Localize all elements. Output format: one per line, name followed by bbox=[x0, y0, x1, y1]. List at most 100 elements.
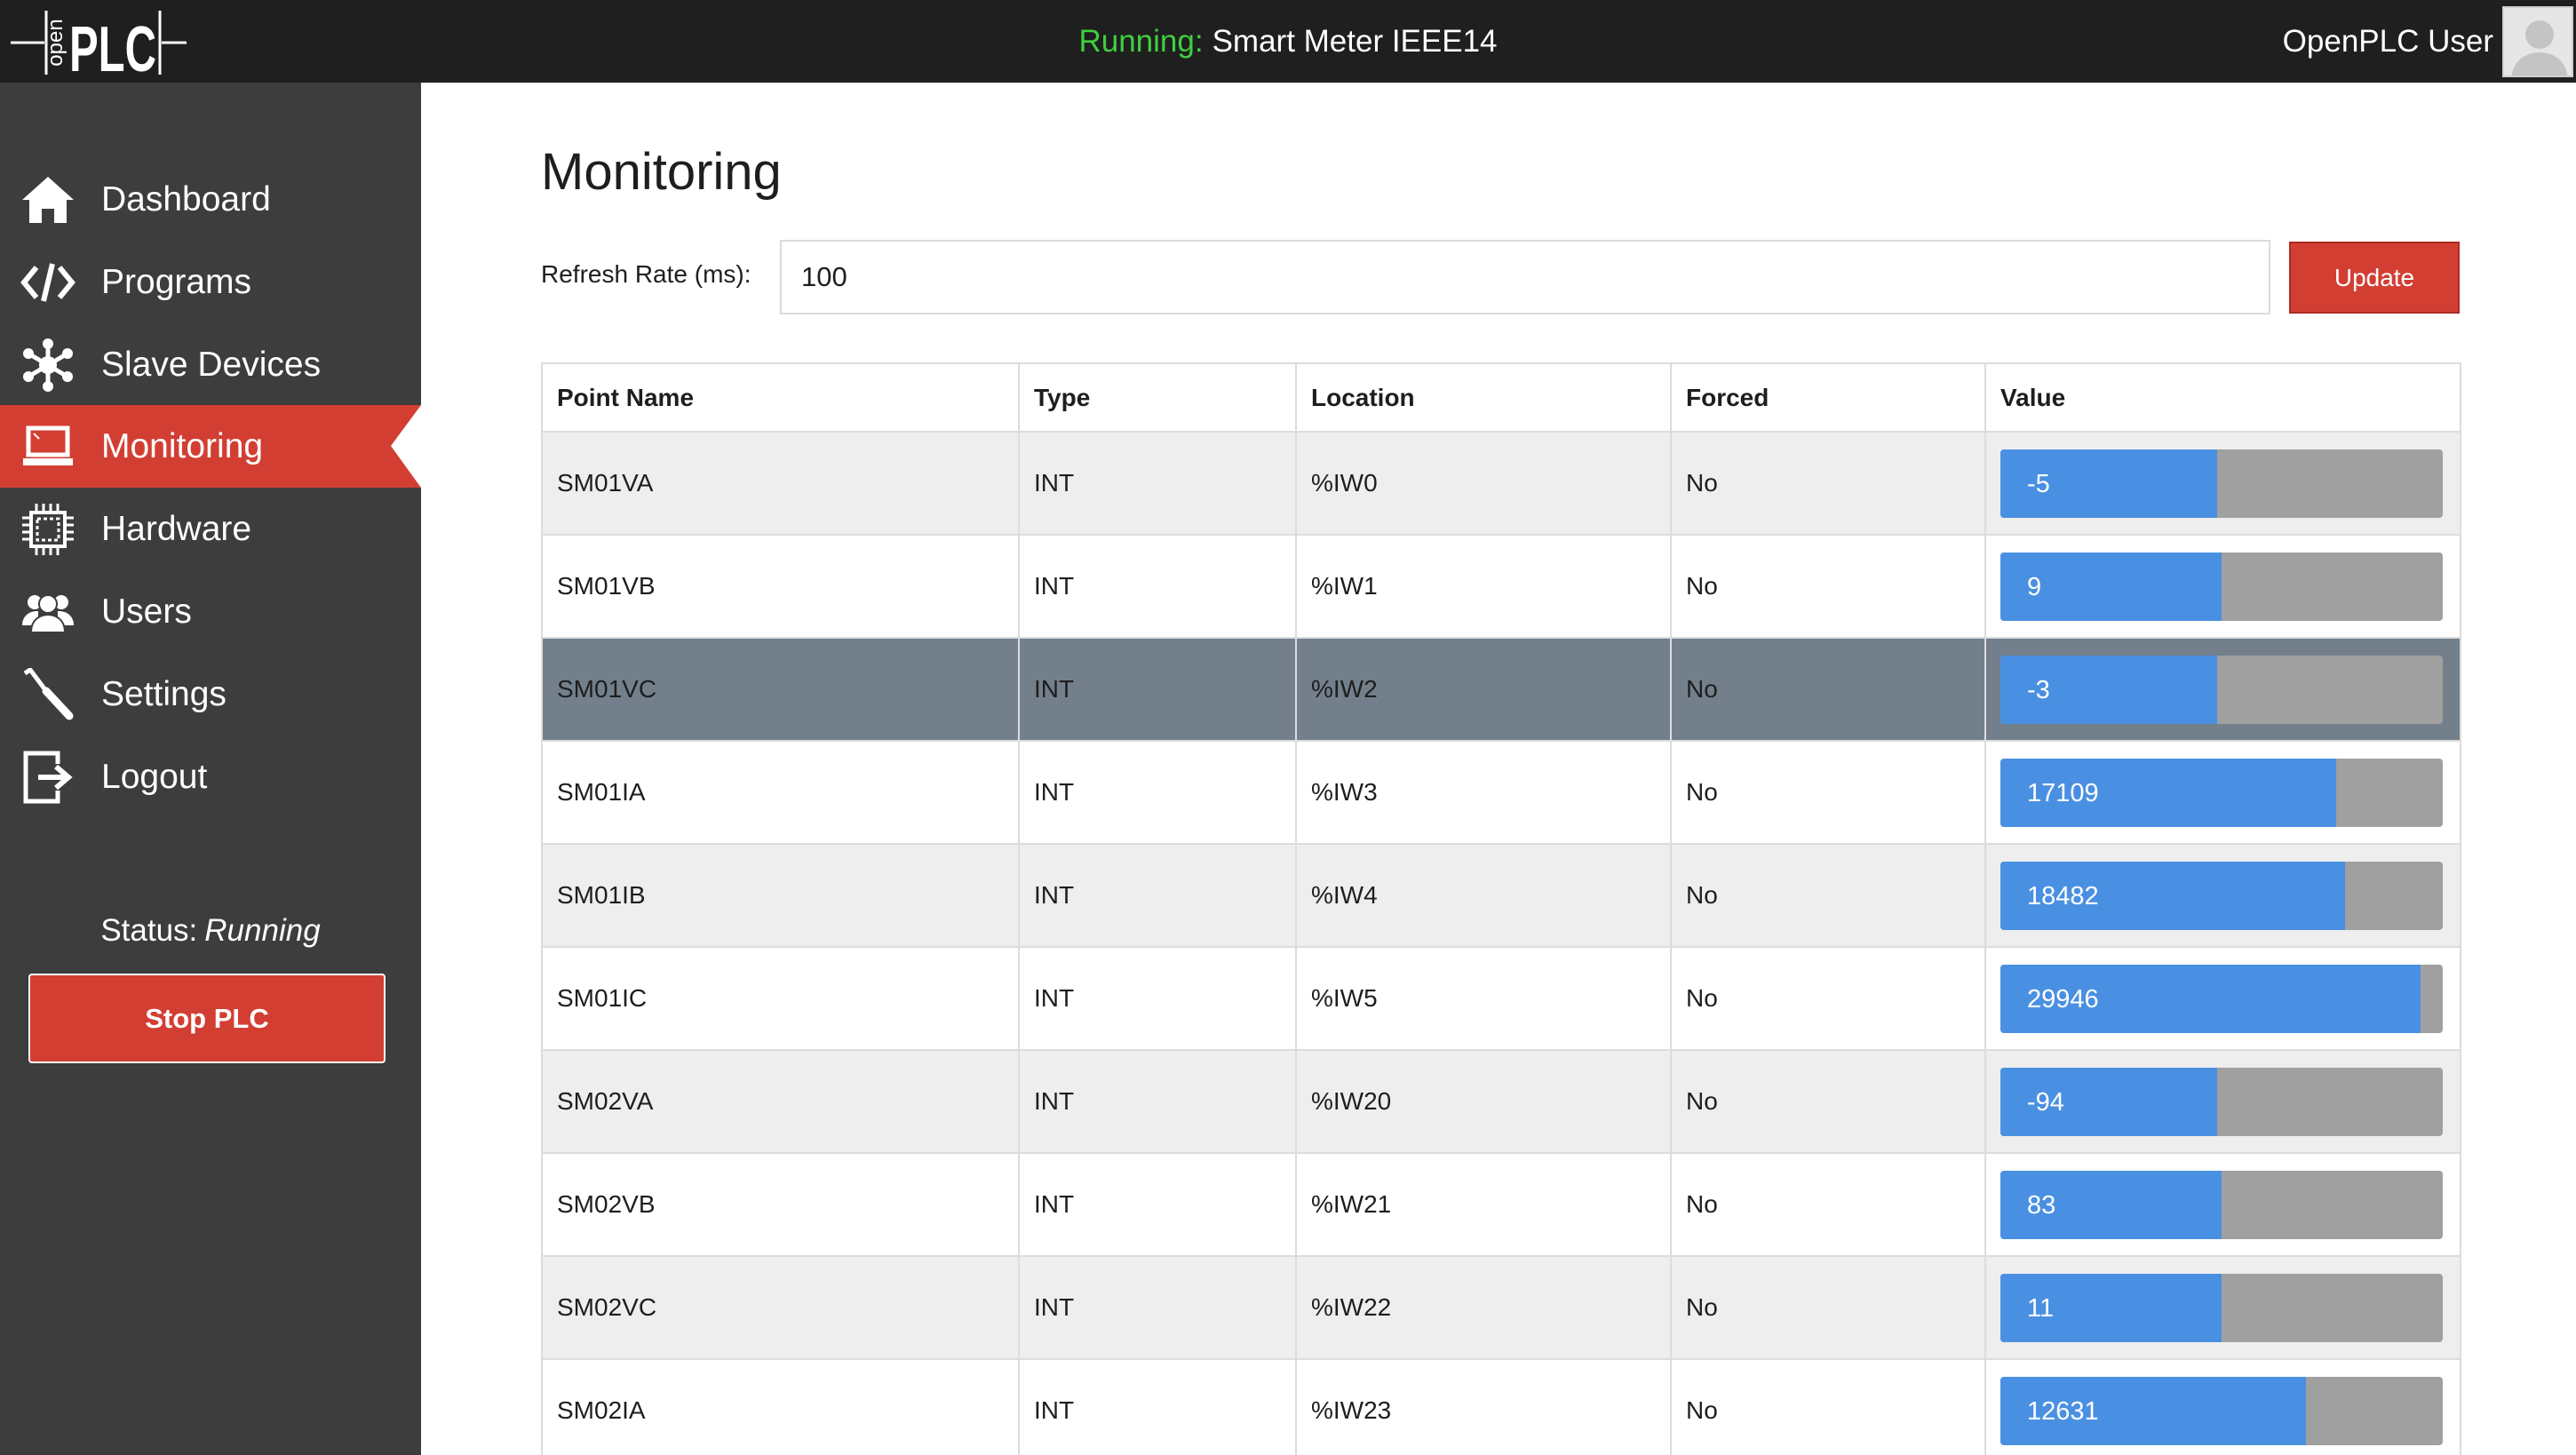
point-name-cell: SM01VC bbox=[541, 637, 1020, 742]
page-title: Monitoring bbox=[541, 143, 782, 201]
location-cell: %IW23 bbox=[1295, 1358, 1672, 1455]
table-row[interactable]: SM01IC INT %IW5 No 29946 bbox=[541, 946, 2461, 1051]
laptop-icon bbox=[20, 418, 76, 475]
point-name-cell: SM01IA bbox=[541, 740, 1020, 845]
location-cell: %IW22 bbox=[1295, 1255, 1672, 1360]
forced-cell: No bbox=[1670, 1049, 1986, 1154]
sidebar-item-label: Users bbox=[101, 592, 192, 631]
location-cell: %IW3 bbox=[1295, 740, 1672, 845]
sidebar-item-monitoring[interactable]: Monitoring bbox=[0, 405, 421, 488]
sidebar-item-hardware[interactable]: Hardware bbox=[0, 488, 421, 570]
point-name-cell: SM01IC bbox=[541, 946, 1020, 1051]
sidebar-item-label: Dashboard bbox=[101, 179, 271, 219]
type-cell: INT bbox=[1018, 740, 1297, 845]
value-text: -94 bbox=[2027, 1087, 2064, 1117]
value-cell: 17109 bbox=[1984, 740, 2461, 845]
value-text: 12631 bbox=[2027, 1396, 2099, 1426]
sidebar-item-dashboard[interactable]: Dashboard bbox=[0, 158, 421, 241]
sidebar-item-label: Programs bbox=[101, 262, 252, 301]
forced-cell: No bbox=[1670, 1358, 1986, 1455]
forced-cell: No bbox=[1670, 740, 1986, 845]
forced-cell: No bbox=[1670, 431, 1986, 536]
sidebar-item-label: Settings bbox=[101, 674, 227, 713]
user-name[interactable]: OpenPLC User bbox=[2283, 24, 2493, 60]
value-cell: 83 bbox=[1984, 1152, 2461, 1257]
sidebar-item-label: Slave Devices bbox=[101, 345, 322, 384]
sidebar-item-label: Hardware bbox=[101, 509, 252, 548]
sidebar-item-users[interactable]: Users bbox=[0, 570, 421, 653]
table-row[interactable]: SM01IA INT %IW3 No 17109 bbox=[541, 740, 2461, 845]
avatar[interactable] bbox=[2502, 5, 2573, 77]
table-row[interactable]: SM02VB INT %IW21 No 83 bbox=[541, 1152, 2461, 1257]
openplc-logo[interactable]: open PLC bbox=[11, 4, 188, 78]
point-name-cell: SM02VB bbox=[541, 1152, 1020, 1257]
monitoring-table: Point Name Type Location Forced Value SM… bbox=[541, 362, 2461, 1455]
point-name-cell: SM02VA bbox=[541, 1049, 1020, 1154]
top-bar: open PLC Running: Smart Meter IEEE14 Open… bbox=[0, 0, 2576, 83]
column-header-location: Location bbox=[1295, 362, 1672, 433]
type-cell: INT bbox=[1018, 637, 1297, 742]
forced-cell: No bbox=[1670, 946, 1986, 1051]
value-cell: 9 bbox=[1984, 534, 2461, 639]
sidebar-item-settings[interactable]: Settings bbox=[0, 653, 421, 735]
table-row[interactable]: SM01VB INT %IW1 No 9 bbox=[541, 534, 2461, 639]
location-cell: %IW20 bbox=[1295, 1049, 1672, 1154]
location-cell: %IW4 bbox=[1295, 843, 1672, 948]
refresh-rate-label: Refresh Rate (ms): bbox=[541, 260, 751, 288]
wrench-icon bbox=[20, 666, 76, 723]
value-cell: -3 bbox=[1984, 637, 2461, 742]
table-row[interactable]: SM02VC INT %IW22 No 11 bbox=[541, 1255, 2461, 1360]
value-bar: 83 bbox=[2000, 1170, 2443, 1239]
type-cell: INT bbox=[1018, 534, 1297, 639]
program-name: Smart Meter IEEE14 bbox=[1212, 24, 1498, 59]
table-row[interactable]: SM01VA INT %IW0 No -5 bbox=[541, 431, 2461, 536]
svg-text:open: open bbox=[44, 19, 68, 66]
value-text: -3 bbox=[2027, 675, 2050, 704]
value-cell: 18482 bbox=[1984, 843, 2461, 948]
plc-status: Status: Running bbox=[0, 913, 421, 949]
column-header-forced: Forced bbox=[1670, 362, 1986, 433]
user-menu[interactable]: OpenPLC User bbox=[2283, 0, 2576, 83]
type-cell: INT bbox=[1018, 1049, 1297, 1154]
table-row[interactable]: SM02VA INT %IW20 No -94 bbox=[541, 1049, 2461, 1154]
table-row[interactable]: SM01VC INT %IW2 No -3 bbox=[541, 637, 2461, 742]
point-name-cell: SM02VC bbox=[541, 1255, 1020, 1360]
location-cell: %IW0 bbox=[1295, 431, 1672, 536]
value-bar: -5 bbox=[2000, 449, 2443, 518]
point-name-cell: SM01VA bbox=[541, 431, 1020, 536]
home-icon bbox=[20, 171, 76, 228]
sidebar-item-programs[interactable]: Programs bbox=[0, 241, 421, 323]
location-cell: %IW2 bbox=[1295, 637, 1672, 742]
value-text: 18482 bbox=[2027, 881, 2099, 910]
value-text: 9 bbox=[2027, 572, 2042, 601]
users-icon bbox=[20, 584, 76, 640]
forced-cell: No bbox=[1670, 637, 1986, 742]
refresh-rate-input[interactable] bbox=[780, 240, 2270, 314]
stop-plc-button[interactable]: Stop PLC bbox=[28, 974, 386, 1063]
type-cell: INT bbox=[1018, 1152, 1297, 1257]
update-button[interactable]: Update bbox=[2289, 242, 2460, 314]
value-bar: 9 bbox=[2000, 552, 2443, 621]
table-header-row: Point Name Type Location Forced Value bbox=[541, 362, 2461, 433]
sidebar-item-slave-devices[interactable]: Slave Devices bbox=[0, 323, 421, 406]
table-row[interactable]: SM02IA INT %IW23 No 12631 bbox=[541, 1358, 2461, 1455]
forced-cell: No bbox=[1670, 534, 1986, 639]
value-bar: 29946 bbox=[2000, 964, 2443, 1033]
type-cell: INT bbox=[1018, 431, 1297, 536]
value-cell: 11 bbox=[1984, 1255, 2461, 1360]
sidebar-item-logout[interactable]: Logout bbox=[0, 735, 421, 818]
column-header-point-name: Point Name bbox=[541, 362, 1020, 433]
chip-icon bbox=[20, 501, 76, 558]
table-row[interactable]: SM01IB INT %IW4 No 18482 bbox=[541, 843, 2461, 948]
status-label: Status: bbox=[100, 913, 198, 948]
value-cell: 12631 bbox=[1984, 1358, 2461, 1455]
value-bar: 17109 bbox=[2000, 758, 2443, 827]
value-text: 11 bbox=[2027, 1293, 2055, 1323]
logout-icon bbox=[20, 749, 76, 806]
value-text: -5 bbox=[2027, 469, 2050, 498]
sidebar: Dashboard Programs Slave Devices Monitor… bbox=[0, 83, 421, 1455]
point-name-cell: SM01IB bbox=[541, 843, 1020, 948]
forced-cell: No bbox=[1670, 1255, 1986, 1360]
value-text: 17109 bbox=[2027, 778, 2099, 807]
type-cell: INT bbox=[1018, 1358, 1297, 1455]
